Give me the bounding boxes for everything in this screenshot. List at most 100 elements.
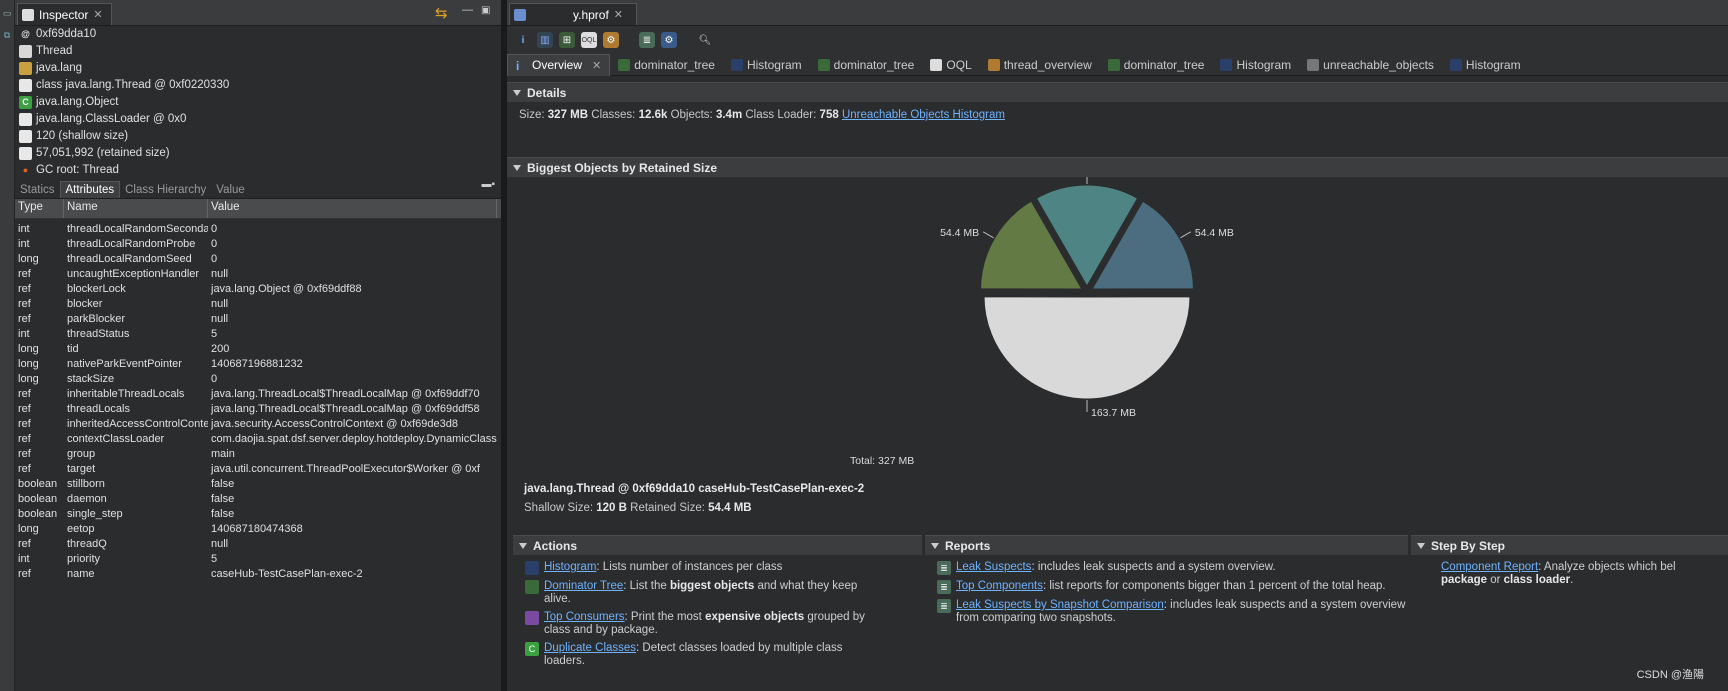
action-link[interactable]: Top Consumers [544,611,625,623]
oql-icon[interactable]: OQL [581,32,597,48]
tab-dominator-tree[interactable]: dominator_tree [1100,54,1213,76]
table-row[interactable]: ref group main [15,447,501,462]
table-row[interactable]: boolean daemon false [15,492,501,507]
inspector-tab[interactable]: Inspector ✕ [17,3,112,25]
table-row[interactable]: int priority 5 [15,552,501,567]
table-row[interactable]: ref uncaughtExceptionHandler null [15,267,501,282]
tab-thread-overview[interactable]: thread_overview [980,54,1100,76]
component-report-link[interactable]: Component Report [1441,561,1538,573]
table-row[interactable]: long eetop 140687180474368 [15,522,501,537]
cell-type: ref [18,268,31,280]
report-link[interactable]: Leak Suspects by Snapshot Comparison [956,599,1164,611]
tab-dominator-tree[interactable]: dominator_tree [610,54,723,76]
tab-dominator-tree[interactable]: dominator_tree [810,54,923,76]
cell-name: nativeParkEventPointer [67,358,182,370]
thread-overview-icon[interactable]: ⚙ [603,32,619,48]
watermark: CSDN @渔陽 [1636,669,1704,681]
cell-name: blocker [67,298,103,310]
hprof-file-tab[interactable]: y.hprof ✕ [509,3,637,25]
report-icon: ≣ [937,599,951,613]
cell-value: 140687180474368 [211,523,303,535]
close-icon[interactable]: ✕ [614,8,623,21]
reports-section-header[interactable]: Reports [925,535,1408,555]
table-row[interactable]: ref inheritedAccessControlContext java.sec… [15,417,501,432]
minimize-icon[interactable]: ▭ [2,8,12,18]
cell-value: false [211,508,235,520]
inspector-tab-label: Inspector [39,7,89,22]
selected-object-title: java.lang.Thread @ 0xf69dda10 caseHub-Te… [524,483,865,495]
cell-value: com.daojia.spat.dsf.server.deploy.hotdep… [211,433,497,445]
close-icon[interactable]: ✕ [592,59,601,72]
info-icon: i [516,59,520,73]
action-link[interactable]: Dominator Tree [544,580,623,592]
class-loader-count: 758 [819,109,839,121]
table-row[interactable]: long stackSize 0 [15,372,501,387]
maximize-icon[interactable]: ▣ [481,5,490,16]
action-link[interactable]: Duplicate Classes [544,642,636,654]
table-row[interactable]: ref blocker null [15,297,501,312]
biggest-objects-section-header[interactable]: Biggest Objects by Retained Size [507,157,1728,177]
cell-name: stackSize [67,373,115,385]
reports-section: Reports ≣ Leak Suspects: includes leak su… [925,535,1408,625]
tab-statics[interactable]: Statics [15,182,60,198]
collapse-icon [519,542,527,549]
table-row[interactable]: ref contextClassLoader com.daojia.spat.dsf… [15,432,501,447]
link-with-editor-icon[interactable]: ⇆ [435,4,448,22]
table-row[interactable]: ref parkBlocker null [15,312,501,327]
details-section-header[interactable]: Details [507,82,1728,102]
table-row[interactable]: ref threadQ null [15,537,501,552]
table-row[interactable]: ref threadLocals java.lang.ThreadLocal$Thr… [15,402,501,417]
table-row[interactable]: ref name caseHub-TestCasePlan-exec-2 [15,567,501,582]
cell-name: inheritedAccessControlContext [67,418,208,430]
tab-oql[interactable]: OQL [922,54,979,76]
pie-leader-line [982,231,994,239]
heap-dump-icon [514,8,526,21]
table-row[interactable]: ref blockerLock java.lang.Object @ 0xf69dd… [15,282,501,297]
report-icon: ≣ [937,561,951,575]
close-icon[interactable]: ✕ [93,8,102,21]
tab-histogram[interactable]: Histogram [723,54,810,76]
cell-value: null [211,313,229,325]
table-row[interactable]: long tid 200 [15,342,501,357]
action-link[interactable]: Histogram [544,561,596,573]
step-by-step-section-header[interactable]: Step By Step [1411,535,1728,555]
actions-section-header[interactable]: Actions [513,535,922,555]
tab-label: Histogram [746,57,802,72]
tab-unreachable-objects[interactable]: unreachable_objects [1299,54,1442,76]
overview-icon[interactable]: i [515,32,531,48]
minimize-icon[interactable]: — [462,4,473,16]
side-trim-bar: ▭ ⧉ [0,0,15,691]
histogram-icon[interactable]: ▥ [537,32,553,48]
tab-histogram[interactable]: Histogram [1212,54,1299,76]
column-type[interactable]: Type [15,199,64,218]
tab-histogram[interactable]: Histogram [1442,54,1529,76]
restore-icon[interactable]: ⧉ [2,30,12,40]
biggest-objects-chart-area: 163.7 MB 54.4 MB 54.4 MB 54.4 MB Total: 327… [507,177,1728,477]
table-row[interactable]: int threadLocalRandomSecondarySeed0 [15,222,501,237]
table-row[interactable]: int threadStatus 5 [15,327,501,342]
unreachable-histogram-link[interactable]: Unreachable Objects Histogram [842,109,1005,121]
column-value[interactable]: Value [208,199,497,218]
table-row[interactable]: ref inheritableThreadLocals java.lang.Thre… [15,387,501,402]
pie-slice[interactable] [981,294,1193,402]
tab-overview[interactable]: i Overview ✕ [507,53,611,76]
table-row[interactable]: ref target java.util.concurrent.ThreadPool… [15,462,501,477]
cell-value: 0 [211,373,218,385]
cell-value: 5 [211,553,218,565]
report-link[interactable]: Leak Suspects [956,561,1031,573]
view-menu-icon[interactable]: ▬▪ [481,179,495,190]
tab-attributes[interactable]: Attributes [59,181,121,198]
table-row[interactable]: long nativeParkEventPointer 14068719688123… [15,357,501,372]
dominator-tree-icon[interactable]: ⊞ [559,32,575,48]
tab-class-hierarchy[interactable]: Class Hierarchy [120,182,211,198]
query-browser-icon[interactable]: ⚙ [661,32,677,48]
run-report-icon[interactable]: ≣ [639,32,655,48]
column-name[interactable]: Name [64,199,208,218]
report-link[interactable]: Top Components [956,580,1043,592]
table-row[interactable]: long threadLocalRandomSeed 0 [15,252,501,267]
table-row[interactable]: int threadLocalRandomProbe 0 [15,237,501,252]
tab-value[interactable]: Value [211,182,250,198]
table-row[interactable]: boolean stillborn false [15,477,501,492]
search-icon[interactable]: 🔍︎ [697,32,713,48]
table-row[interactable]: boolean single_step false [15,507,501,522]
